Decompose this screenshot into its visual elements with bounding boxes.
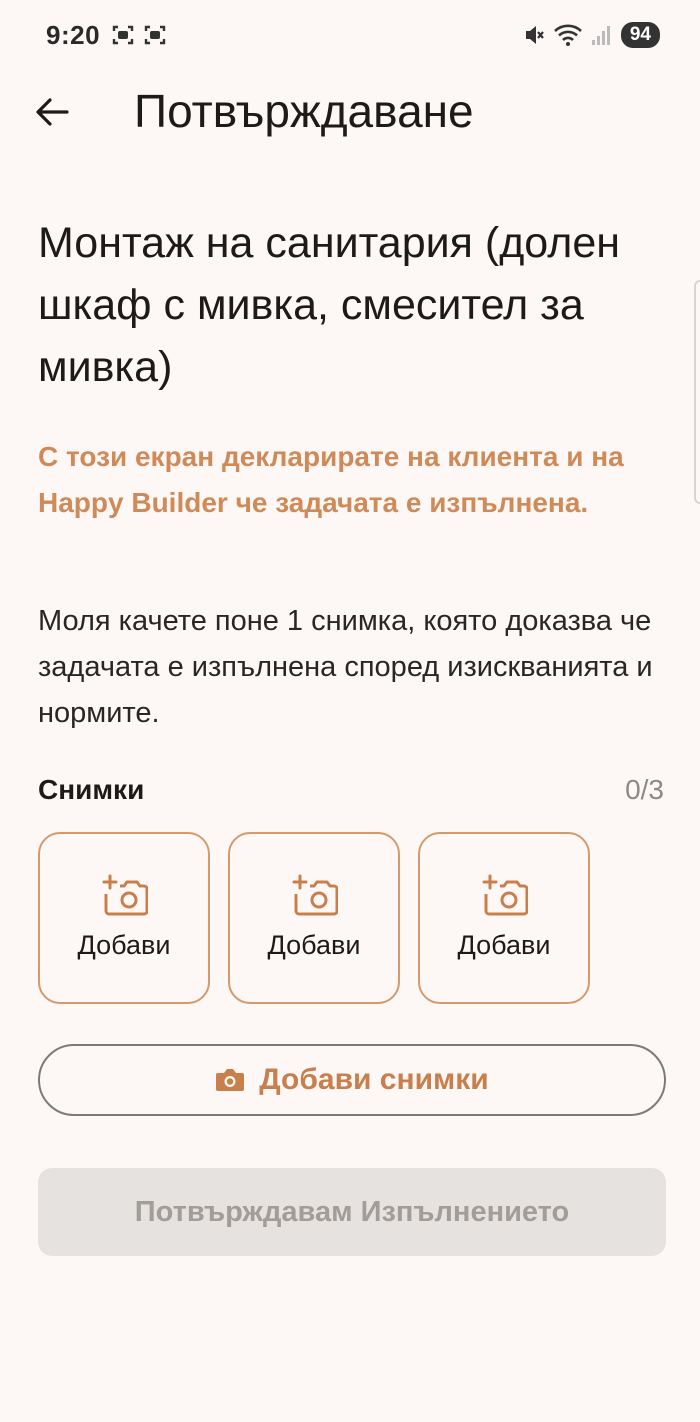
page-title: Потвърждаване — [134, 85, 474, 137]
photos-count: 0/3 — [625, 774, 664, 805]
photos-label: Снимки — [38, 774, 145, 805]
photo-slot-2[interactable]: Добави — [228, 832, 400, 1004]
add-photo-icon — [292, 874, 338, 916]
photo-slot-label: Добави — [267, 930, 361, 960]
photo-slot-label: Добави — [77, 930, 171, 960]
add-photo-icon — [482, 874, 528, 916]
add-photos-label: Добави снимки — [259, 1063, 489, 1096]
scan-icon — [144, 25, 166, 45]
photo-slot-1[interactable]: Добави — [38, 832, 210, 1004]
confirm-completion-label: Потвърждавам Изпълнението — [134, 1195, 570, 1228]
signal-icon — [591, 26, 610, 45]
task-title: Монтаж на санитария (долен шкаф с мивка,… — [38, 219, 621, 391]
arrow-left-icon — [36, 98, 69, 126]
battery-indicator: 94 — [620, 22, 660, 48]
status-icons: 94 — [523, 22, 660, 48]
photo-slot-3[interactable]: Добави — [418, 832, 590, 1004]
app-bar: Потвърждаване — [0, 74, 700, 150]
edge-handle — [694, 280, 700, 504]
add-photo-icon — [102, 874, 148, 916]
wifi-icon — [553, 24, 582, 46]
photo-slot-label: Добави — [457, 930, 551, 960]
mute-icon — [525, 26, 544, 44]
back-button[interactable] — [28, 88, 76, 136]
status-time: 9:20 — [46, 20, 101, 50]
scan-icon — [112, 25, 134, 45]
status-bar: 9:20 94 — [0, 0, 700, 74]
upload-instructions: Моля качете поне 1 снимка, която доказва… — [38, 605, 653, 729]
confirm-completion-button[interactable]: Потвърждавам Изпълнението — [38, 1168, 666, 1256]
camera-icon — [216, 1069, 245, 1091]
add-photos-button[interactable]: Добави снимки — [38, 1044, 666, 1116]
declaration-notice: С този екран декларирате на клиента и на… — [38, 441, 624, 518]
